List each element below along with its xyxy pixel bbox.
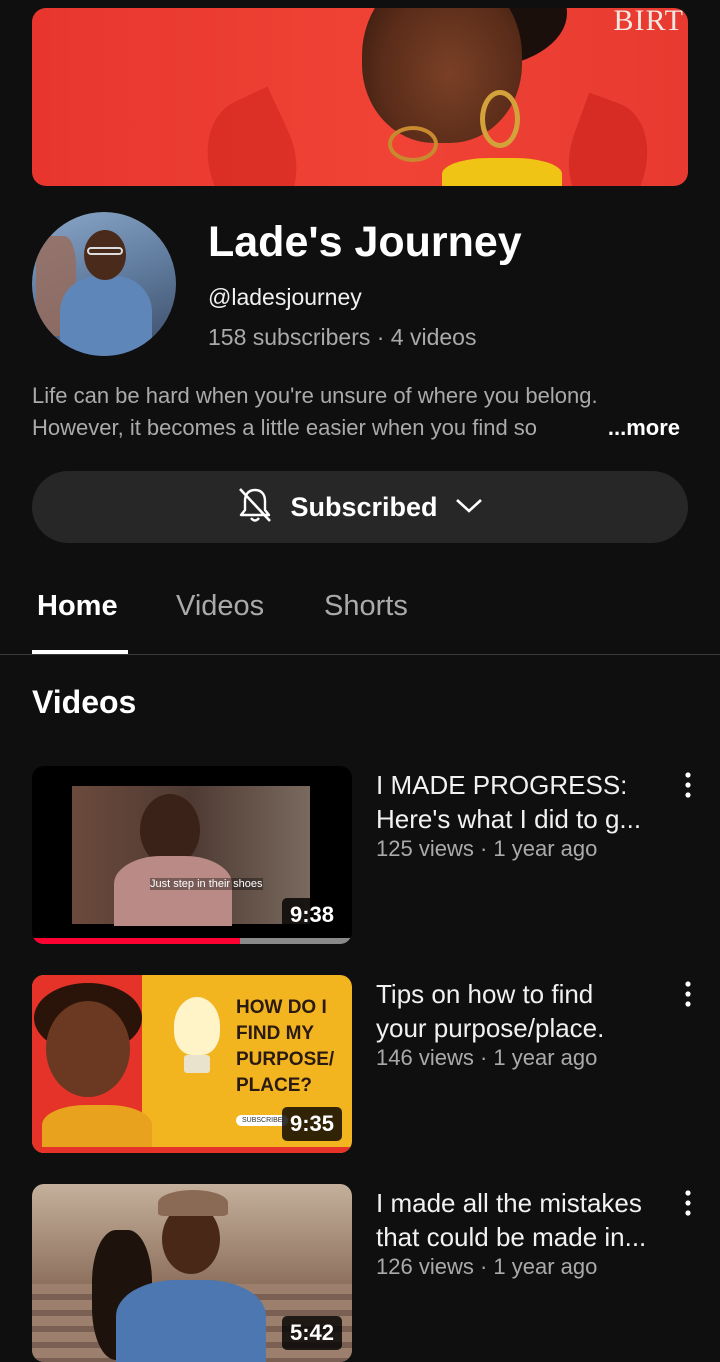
video-title[interactable]: I MADE PROGRESS: Here's what I did to g.… — [376, 768, 656, 836]
thumbnail-bottom-bar — [32, 1147, 352, 1153]
video-title[interactable]: I made all the mistakes that could be ma… — [376, 1186, 656, 1254]
thumbnail-caption: Just step in their shoes — [150, 878, 263, 890]
video-meta: 126 views · 1 year ago — [376, 1254, 598, 1279]
video-duration: 9:35 — [281, 1107, 342, 1141]
channel-banner: BIRT — [32, 8, 688, 186]
video-thumbnail[interactable]: Just step in their shoes 9:38 — [32, 766, 352, 944]
channel-name: Lade's Journey — [208, 218, 522, 266]
video-title-line: that could be made in... — [376, 1222, 647, 1252]
banner-earring — [388, 126, 438, 162]
thumbnail-shirt — [42, 1105, 152, 1153]
video-thumbnail[interactable]: HOW DO I FIND MY PURPOSE/ PLACE? SUBSCRI… — [32, 975, 352, 1153]
channel-handle: @ladesjourney — [208, 284, 362, 310]
banner-shirt — [442, 158, 562, 186]
description-line: Life can be hard when you're unsure of w… — [32, 383, 598, 408]
video-title-line: Tips on how to find — [376, 979, 594, 1009]
lightbulb-icon — [174, 997, 220, 1055]
lightbulb-base — [184, 1055, 210, 1073]
thumbnail-person — [46, 1001, 130, 1097]
video-item[interactable]: Just step in their shoes 9:38 I MADE PRO… — [32, 766, 692, 944]
subscribed-button[interactable]: Subscribed — [32, 471, 688, 543]
video-duration: 5:42 — [281, 1316, 342, 1350]
tab-videos[interactable]: Videos — [176, 590, 264, 623]
watch-progress-bar — [32, 938, 352, 944]
video-item[interactable]: 5:42 I made all the mistakes that could … — [32, 1184, 692, 1362]
thumbnail-subscribe-badge: SUBSCRIBE — [236, 1115, 289, 1126]
channel-description[interactable]: Life can be hard when you're unsure of w… — [32, 380, 692, 444]
banner-leaf — [185, 86, 319, 186]
channel-avatar[interactable] — [32, 212, 176, 356]
more-link[interactable]: ...more — [608, 415, 680, 440]
thumbnail-text-line: PURPOSE/ — [236, 1049, 335, 1070]
channel-tabs: Home Videos Shorts — [0, 580, 720, 655]
thumbnail-jacket — [116, 1280, 266, 1362]
more-link-wrapper[interactable]: ...more — [567, 412, 680, 444]
more-options-icon[interactable] — [676, 979, 700, 1009]
channel-stats: 158 subscribers · 4 videos — [208, 324, 477, 350]
avatar-glasses — [87, 247, 123, 255]
more-options-icon[interactable] — [676, 1188, 700, 1218]
video-title-line: I made all the mistakes — [376, 1188, 642, 1218]
section-title: Videos — [32, 684, 137, 720]
bell-off-icon — [236, 485, 274, 530]
active-tab-indicator — [32, 650, 128, 654]
subscribed-label: Subscribed — [290, 491, 438, 522]
banner-earring — [480, 90, 520, 148]
tab-home[interactable]: Home — [37, 590, 118, 623]
video-meta: 125 views · 1 year ago — [376, 836, 598, 861]
thumbnail-hat — [158, 1190, 228, 1216]
thumbnail-question: HOW DO I FIND MY PURPOSE/ PLACE? — [236, 995, 334, 1099]
thumbnail-person-body — [114, 856, 232, 926]
banner-text: BIRT — [613, 8, 684, 37]
thumbnail-text-line: HOW DO I — [236, 997, 327, 1018]
banner-leaf — [551, 92, 665, 186]
thumbnail-text-line: PLACE? — [236, 1075, 312, 1096]
video-title-line: Here's what I did to g... — [376, 804, 642, 834]
avatar-body — [60, 276, 152, 356]
video-title-line: your purpose/place. — [376, 1013, 605, 1043]
video-meta: 146 views · 1 year ago — [376, 1045, 598, 1070]
video-item[interactable]: HOW DO I FIND MY PURPOSE/ PLACE? SUBSCRI… — [32, 975, 692, 1153]
video-title-line: I MADE PROGRESS: — [376, 770, 628, 800]
chevron-down-icon — [454, 495, 484, 520]
video-title[interactable]: Tips on how to find your purpose/place. — [376, 977, 656, 1045]
video-duration: 9:38 — [281, 898, 342, 932]
thumbnail-text-line: FIND MY — [236, 1023, 315, 1044]
avatar-face — [84, 230, 126, 280]
more-options-icon[interactable] — [676, 770, 700, 800]
watch-progress-fill — [32, 938, 240, 944]
tab-shorts[interactable]: Shorts — [324, 590, 408, 623]
video-thumbnail[interactable]: 5:42 — [32, 1184, 352, 1362]
